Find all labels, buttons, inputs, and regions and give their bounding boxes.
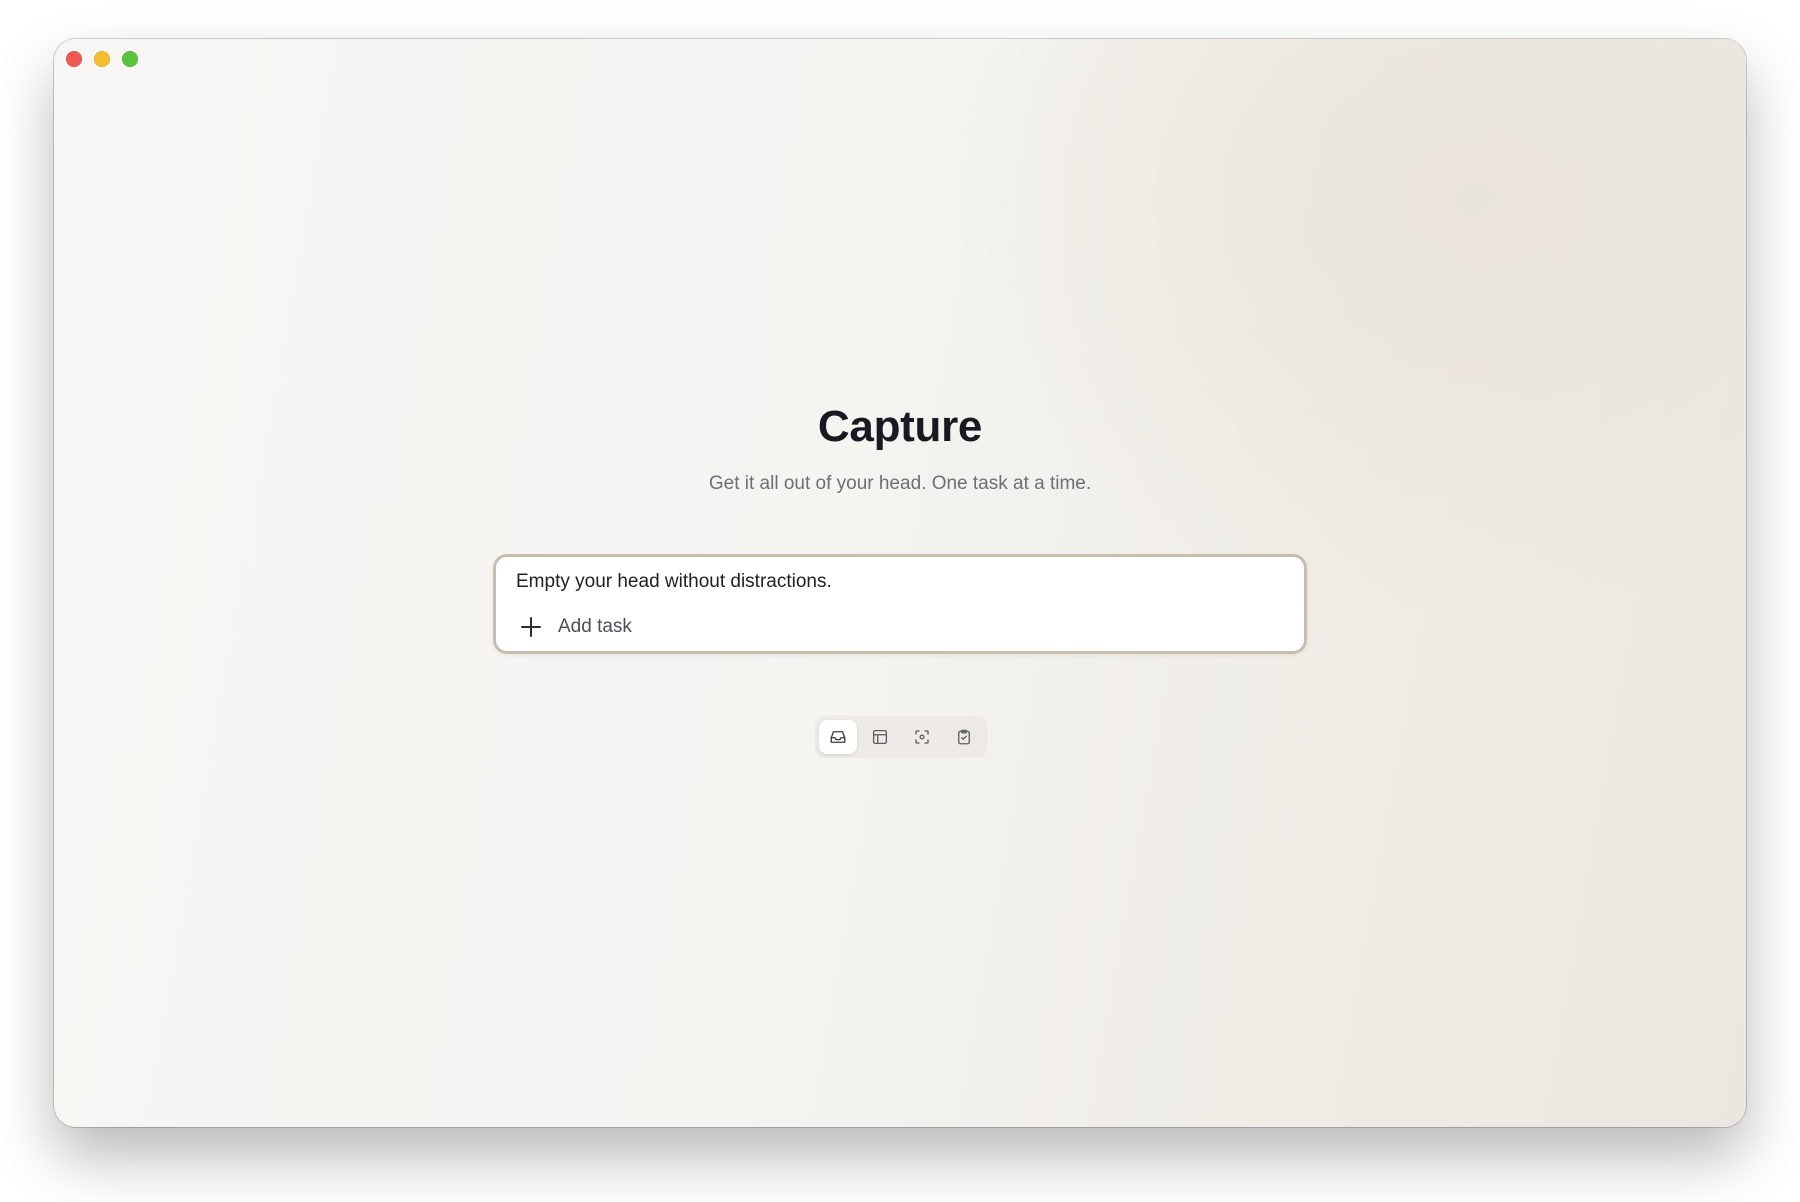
window-controls xyxy=(66,51,138,67)
add-task-button[interactable]: Add task xyxy=(520,616,632,638)
maximize-window-button[interactable] xyxy=(122,51,138,67)
plus-icon xyxy=(521,617,541,637)
focus-icon xyxy=(915,730,929,744)
view-switcher xyxy=(815,716,987,758)
app-window: Capture Get it all out of your head. One… xyxy=(54,39,1746,1127)
minimize-window-button[interactable] xyxy=(94,51,110,67)
review-view-button[interactable] xyxy=(945,720,983,754)
clipboard-check-icon xyxy=(958,729,970,745)
layout-icon xyxy=(872,729,888,745)
add-task-label: Add task xyxy=(558,616,632,637)
task-card: Empty your head without distractions. Ad… xyxy=(493,554,1307,654)
focus-view-button[interactable] xyxy=(903,720,941,754)
inbox-icon xyxy=(830,731,846,743)
page-title: Capture xyxy=(817,402,983,451)
task-text[interactable]: Empty your head without distractions. xyxy=(516,571,832,593)
close-window-button[interactable] xyxy=(66,51,82,67)
inbox-view-button[interactable] xyxy=(819,720,857,754)
layout-view-button[interactable] xyxy=(861,720,899,754)
page-subtitle: Get it all out of your head. One task at… xyxy=(708,473,1092,494)
